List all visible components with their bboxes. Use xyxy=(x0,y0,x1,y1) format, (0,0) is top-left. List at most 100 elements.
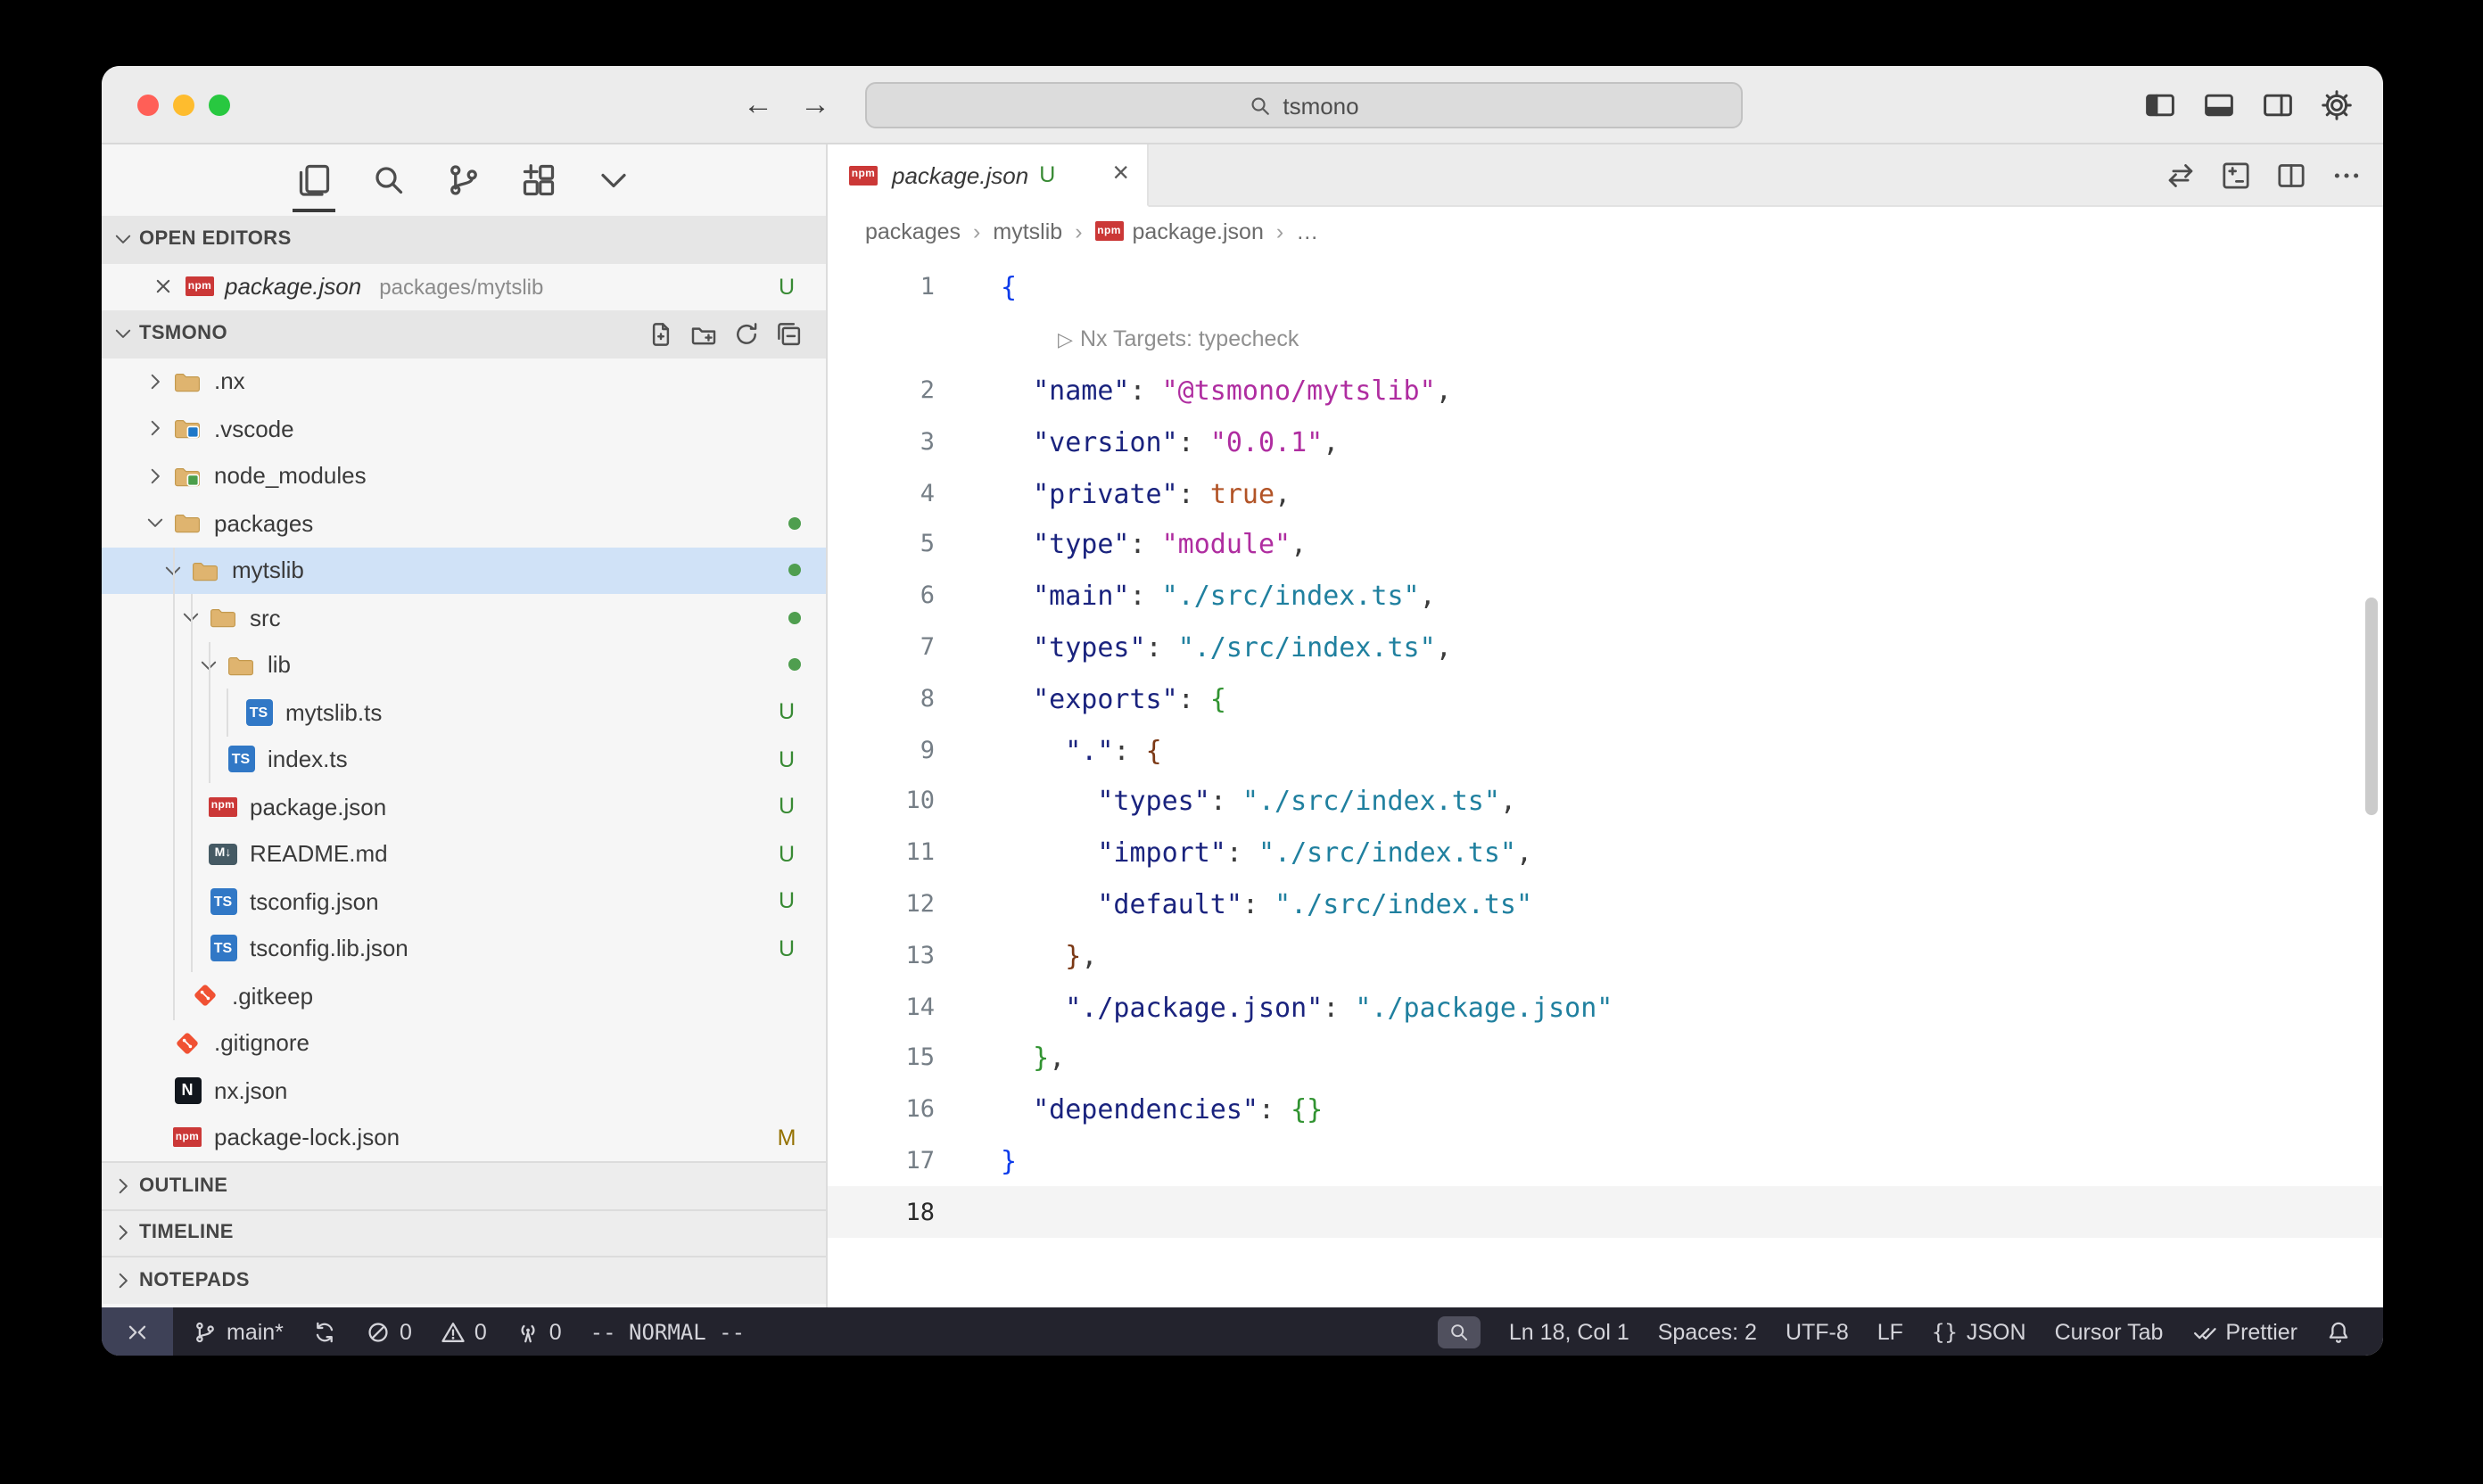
git-status-badge: U xyxy=(772,936,801,961)
code-line-11: 11 "import": "./src/index.ts", xyxy=(828,828,2383,879)
tree-item-package-lock.json[interactable]: npmpackage-lock.jsonM xyxy=(102,1114,826,1161)
warnings[interactable]: 0 xyxy=(426,1307,501,1356)
language-mode-label: JSON xyxy=(1967,1319,2026,1344)
new-folder-icon[interactable] xyxy=(689,319,719,350)
tree-item-mytslib[interactable]: mytslib xyxy=(102,547,826,594)
toggle-panel-icon[interactable] xyxy=(2196,82,2242,128)
errors[interactable]: 0 xyxy=(351,1307,426,1356)
git-status-badge: U xyxy=(772,747,801,772)
extensions-icon[interactable] xyxy=(519,157,558,203)
language-mode[interactable]: {}JSON xyxy=(1918,1307,2041,1356)
line-number: 4 xyxy=(828,479,935,507)
toggle-secondary-sidebar-icon[interactable] xyxy=(2255,82,2301,128)
search-icon xyxy=(1249,94,1272,117)
errors-label: 0 xyxy=(400,1319,412,1344)
encoding[interactable]: UTF-8 xyxy=(1771,1307,1863,1356)
line-number: 17 xyxy=(828,1147,935,1175)
line-number: 11 xyxy=(828,838,935,867)
tree-item-.gitignore[interactable]: .gitignore xyxy=(102,1019,826,1067)
refresh-explorer-icon[interactable] xyxy=(731,319,762,350)
forward-button[interactable]: → xyxy=(794,84,837,127)
tree-item-nx.json[interactable]: Nnx.json xyxy=(102,1067,826,1114)
new-file-icon[interactable] xyxy=(646,319,676,350)
npm-icon: npm xyxy=(209,797,237,817)
zoom-indicator[interactable] xyxy=(1423,1307,1495,1356)
search-icon[interactable] xyxy=(369,157,408,203)
tree-item-label: package.json xyxy=(250,794,386,820)
git-icon xyxy=(173,1029,202,1058)
editor-actions xyxy=(2165,144,2362,207)
section-outline[interactable]: OUTLINE xyxy=(102,1161,826,1208)
formatter[interactable]: Prettier xyxy=(2177,1307,2312,1356)
git-status-badge: U xyxy=(772,700,801,725)
cursor-tab-label: Cursor Tab xyxy=(2055,1319,2164,1344)
git-status-badge: U xyxy=(772,795,801,820)
typescript-icon: TS xyxy=(210,936,236,962)
tree-item-.vscode[interactable]: .vscode xyxy=(102,405,826,452)
close-tab-icon[interactable]: × xyxy=(1112,161,1129,189)
breadcrumb-item[interactable]: … xyxy=(1296,218,1318,243)
folder-icon xyxy=(173,509,202,538)
cursor-position[interactable]: Ln 18, Col 1 xyxy=(1495,1307,1644,1356)
zoom-window-button[interactable] xyxy=(209,95,230,116)
tree-item-src[interactable]: src xyxy=(102,594,826,641)
codelens-nx-targets[interactable]: ▷Nx Targets: typecheck xyxy=(828,314,2383,366)
ports[interactable]: 0 xyxy=(501,1307,576,1356)
eol[interactable]: LF xyxy=(1863,1307,1918,1356)
remote-indicator[interactable] xyxy=(102,1307,173,1356)
tree-item-.nx[interactable]: .nx xyxy=(102,358,826,405)
tab-modified-badge: U xyxy=(1039,162,1055,187)
indentation[interactable]: Spaces: 2 xyxy=(1644,1307,1771,1356)
tree-item-tsconfig.lib.json[interactable]: TStsconfig.lib.jsonU xyxy=(102,925,826,972)
breadcrumb-item[interactable]: mytslib xyxy=(993,218,1062,243)
npm-icon: npm xyxy=(186,277,214,297)
tree-item-.gitkeep[interactable]: .gitkeep xyxy=(102,972,826,1019)
section-notepads[interactable]: NOTEPADS xyxy=(102,1256,826,1303)
tree-item-node_modules[interactable]: node_modules xyxy=(102,452,826,499)
minimize-window-button[interactable] xyxy=(173,95,194,116)
sidebar-sections: OUTLINETIMELINENOTEPADS xyxy=(102,1161,826,1303)
cursor-tab[interactable]: Cursor Tab xyxy=(2041,1307,2178,1356)
section-timeline[interactable]: TIMELINE xyxy=(102,1208,826,1256)
back-button[interactable]: ← xyxy=(737,84,780,127)
tab-package-json[interactable]: npm package.json U × xyxy=(828,144,1149,207)
code-editor[interactable]: 1{▷Nx Targets: typecheck2 "name": "@tsmo… xyxy=(828,255,2383,1307)
command-search-input[interactable]: tsmono xyxy=(865,82,1743,128)
compare-changes-icon[interactable] xyxy=(2165,161,2196,191)
open-changes-icon[interactable] xyxy=(2221,161,2251,191)
tree-item-label: mytslib xyxy=(232,557,304,584)
tree-item-label: index.ts xyxy=(268,746,348,773)
sync-icon xyxy=(312,1319,337,1344)
code-line-3: 3 "version": "0.0.1", xyxy=(828,416,2383,468)
tree-item-tsconfig.json[interactable]: TStsconfig.jsonU xyxy=(102,878,826,925)
breadcrumb-item[interactable]: npmpackage.json xyxy=(1095,218,1264,243)
split-editor-icon[interactable] xyxy=(2276,161,2306,191)
workspace-header[interactable]: TSMONO xyxy=(102,310,826,358)
notifications[interactable] xyxy=(2312,1307,2365,1356)
git-status-badge: U xyxy=(772,842,801,867)
close-editor-icon[interactable] xyxy=(152,276,175,299)
tree-item-packages[interactable]: packages xyxy=(102,499,826,547)
tree-item-package.json[interactable]: npm package.json U xyxy=(102,783,826,830)
tree-item-README.md[interactable]: M↓README.mdU xyxy=(102,830,826,878)
settings-gear-icon[interactable] xyxy=(2314,82,2360,128)
open-editor-item[interactable]: npmpackage.jsonpackages/mytslibU xyxy=(102,263,826,310)
more-views-icon[interactable] xyxy=(594,157,633,203)
source-control-icon[interactable] xyxy=(444,157,483,203)
git-branch[interactable]: main* xyxy=(178,1307,298,1356)
sync-changes[interactable] xyxy=(298,1307,351,1356)
scrollbar-thumb[interactable] xyxy=(2365,598,2378,815)
toggle-primary-sidebar-icon[interactable] xyxy=(2137,82,2183,128)
collapse-folders-icon[interactable] xyxy=(774,319,804,350)
tab-title: package.json xyxy=(892,161,1028,188)
more-actions-icon[interactable] xyxy=(2331,161,2362,191)
vim-mode[interactable]: -- NORMAL -- xyxy=(576,1307,759,1356)
open-editors-header[interactable]: OPEN EDITORS xyxy=(102,216,826,263)
close-window-button[interactable] xyxy=(137,95,159,116)
folder-icon xyxy=(209,604,237,632)
nx-icon: N xyxy=(174,1077,201,1104)
error-slash-icon xyxy=(366,1319,391,1344)
explorer-icon[interactable] xyxy=(294,157,334,203)
line-number: 10 xyxy=(828,787,935,816)
breadcrumb-item[interactable]: packages xyxy=(865,218,961,243)
